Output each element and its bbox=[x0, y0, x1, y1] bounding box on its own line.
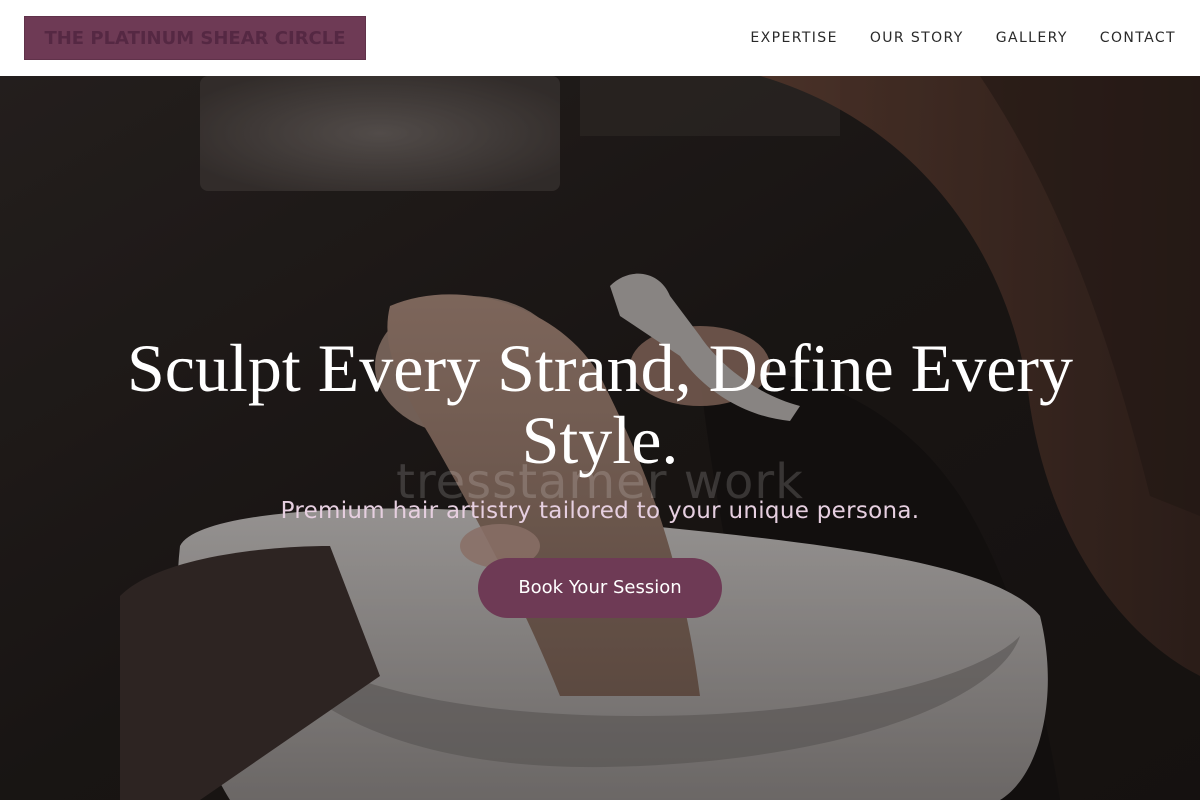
book-session-button[interactable]: Book Your Session bbox=[478, 558, 722, 618]
hero-content: Sculpt Every Strand, Define Every Style.… bbox=[0, 332, 1200, 618]
nav-item-gallery[interactable]: GALLERY bbox=[996, 30, 1068, 46]
site-header: THE PLATINUM SHEAR CIRCLE EXPERTISE OUR … bbox=[0, 0, 1200, 76]
brand-logo[interactable]: THE PLATINUM SHEAR CIRCLE bbox=[24, 16, 366, 60]
hero-subtitle: Premium hair artistry tailored to your u… bbox=[280, 498, 920, 524]
nav-item-contact[interactable]: CONTACT bbox=[1100, 30, 1176, 46]
main-nav: EXPERTISE OUR STORY GALLERY CONTACT bbox=[750, 30, 1176, 46]
hero-title: Sculpt Every Strand, Define Every Style. bbox=[126, 330, 1074, 478]
nav-item-expertise[interactable]: EXPERTISE bbox=[750, 30, 837, 46]
hero-section: tresstamer work Sculpt Every Strand, Def… bbox=[0, 76, 1200, 800]
nav-item-our-story[interactable]: OUR STORY bbox=[870, 30, 964, 46]
